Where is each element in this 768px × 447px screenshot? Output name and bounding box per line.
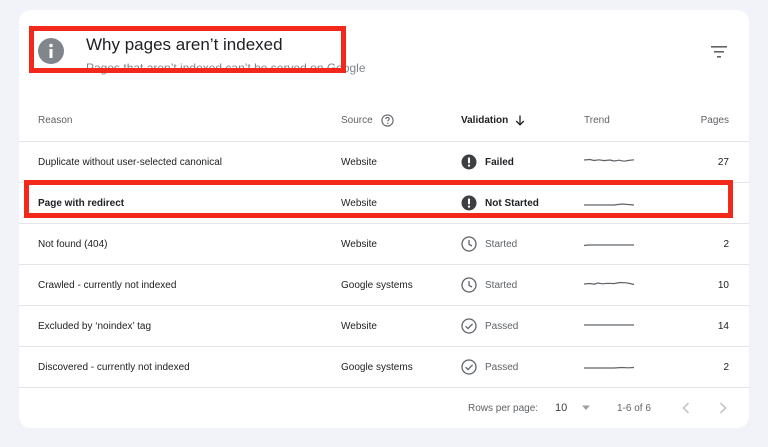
page-subtitle: Pages that aren’t indexed can’t be serve…: [86, 61, 366, 75]
page-title: Why pages aren’t indexed: [86, 35, 283, 54]
alert-icon: [461, 154, 477, 170]
chevron-right-icon: [719, 402, 727, 414]
chevron-left-icon: [682, 402, 690, 414]
row-pages: 2: [723, 238, 729, 250]
validation-status: Started: [485, 238, 518, 250]
row-validation: Passed: [461, 306, 518, 346]
rows-per-page-select[interactable]: 10: [555, 388, 591, 428]
table-row[interactable]: Crawled - currently not indexed Google s…: [19, 265, 749, 306]
trend-sparkline: [584, 224, 636, 264]
clock-icon: [461, 277, 477, 293]
row-source: Google systems: [341, 361, 413, 373]
row-reason: Duplicate without user-selected canonica…: [38, 156, 222, 168]
row-validation: Passed: [461, 347, 518, 387]
trend-sparkline: [584, 142, 636, 182]
row-pages: 10: [717, 279, 729, 291]
column-header-trend[interactable]: Trend: [584, 100, 610, 141]
rows-per-page-label: Rows per page:: [468, 402, 539, 414]
column-header-validation-label: Validation: [461, 115, 509, 126]
row-source: Website: [341, 238, 377, 250]
validation-status: Passed: [485, 320, 519, 332]
row-reason: Crawled - currently not indexed: [38, 279, 177, 291]
row-source: Google systems: [341, 279, 413, 291]
clock-icon: [461, 236, 477, 252]
row-validation: Started: [461, 224, 517, 264]
help-icon[interactable]: [381, 114, 394, 127]
validation-status: Not Started: [485, 197, 539, 209]
table-header: Reason Source Validation Trend Pages: [19, 100, 749, 142]
trend-sparkline: [584, 347, 636, 387]
next-page-button[interactable]: [719, 388, 727, 428]
column-header-reason[interactable]: Reason: [38, 100, 72, 141]
table-row[interactable]: Not found (404) Website Started 2: [19, 224, 749, 265]
rows-per-page-value: 10: [555, 402, 568, 414]
row-pages: 14: [717, 320, 729, 332]
validation-status: Passed: [485, 361, 519, 373]
column-header-source-label: Source: [341, 115, 373, 126]
row-validation: Started: [461, 265, 517, 305]
row-reason: Excluded by ‘noindex’ tag: [38, 320, 152, 332]
table-row[interactable]: Excluded by ‘noindex’ tag Website Passed…: [19, 306, 749, 347]
table-pagination: Rows per page: 10 1-6 of 6: [19, 388, 749, 428]
column-header-validation[interactable]: Validation: [461, 100, 525, 141]
trend-sparkline: [584, 183, 636, 223]
table-row[interactable]: Page with redirect Website Not Started: [19, 183, 749, 224]
column-header-pages[interactable]: Pages: [701, 100, 729, 141]
pagination-range: 1-6 of 6: [617, 402, 651, 414]
check-circle-icon: [461, 359, 477, 375]
row-pages: 27: [717, 156, 729, 168]
trend-sparkline: [584, 306, 636, 346]
row-source: Website: [341, 320, 377, 332]
row-reason: Page with redirect: [38, 197, 125, 209]
validation-status: Failed: [485, 156, 514, 168]
row-pages: 2: [723, 361, 729, 373]
filter-button[interactable]: [709, 43, 729, 61]
table-row[interactable]: Duplicate without user-selected canonica…: [19, 142, 749, 183]
info-icon: [38, 38, 64, 64]
dropdown-arrow-icon: [582, 405, 591, 410]
validation-status: Started: [485, 279, 518, 291]
table-row[interactable]: Discovered - currently not indexed Googl…: [19, 347, 749, 388]
index-report-card: Why pages aren’t indexed Pages that aren…: [19, 10, 749, 428]
row-validation: Not Started: [461, 183, 539, 223]
card-header: Why pages aren’t indexed Pages that aren…: [19, 10, 749, 100]
previous-page-button[interactable]: [682, 388, 690, 428]
arrow-down-icon: [515, 115, 525, 126]
row-source: Website: [341, 156, 377, 168]
reasons-table: Reason Source Validation Trend Pages Dup…: [19, 100, 749, 388]
row-reason: Discovered - currently not indexed: [38, 361, 190, 373]
row-validation: Failed: [461, 142, 514, 182]
column-header-source[interactable]: Source: [341, 100, 394, 141]
alert-icon: [461, 195, 477, 211]
trend-sparkline: [584, 265, 636, 305]
row-source: Website: [341, 197, 377, 209]
filter-icon: [711, 46, 727, 58]
row-reason: Not found (404): [38, 238, 108, 250]
check-circle-icon: [461, 318, 477, 334]
